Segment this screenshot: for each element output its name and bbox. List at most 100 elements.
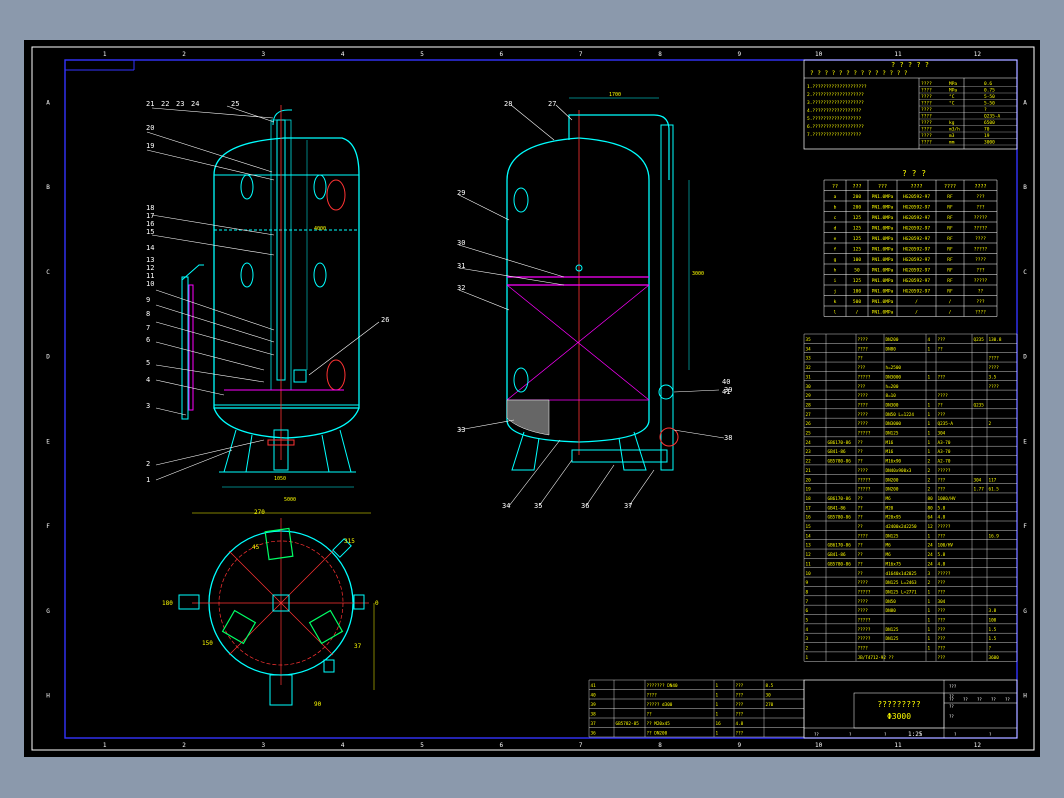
param-name: ???? [921,101,932,107]
nozzle-cell: ????? [974,278,988,284]
parts-cell: 100/HV [938,543,954,549]
callout-label: 4 [146,376,150,384]
callout-label: 30 [457,239,465,247]
grid-row-label: F [1023,523,1027,530]
parts-cell: 1 [928,589,931,595]
param-name: ???? [921,133,932,139]
parts-cell: M6 [886,543,892,549]
bottom-cell: ????? d300 [647,702,673,708]
callout-label: 5 [146,359,150,367]
nozzle-table-title: ? ? ? [902,169,926,178]
title-bottom-cell: ? [989,732,992,737]
grid-column-labels-bottom: 1 2 3 4 5 6 7 8 9 10 11 12 [103,742,981,749]
grid-column-label: 6 [500,742,504,749]
nozzle-cell: h [834,268,837,274]
nozzle-cell: HG20592-97 [903,194,930,200]
plan-label: 90 [314,701,322,708]
nozzle-cell: RF [947,247,953,253]
callout-label: 10 [146,280,154,288]
callout-label: 41 [722,388,730,396]
bottom-cell: ??? [736,683,744,689]
front-elevation-view[interactable]: 21 22 23 24 25201918171615141312111098765432… [146,100,389,503]
tech-req-title: ? ? ? ? ? [891,61,929,69]
parts-cell: 2 [928,487,931,493]
grid-row-label: D [1023,354,1027,361]
parts-cell: GB6170-86 [828,543,852,549]
tech-req-line: 3.??????????????????? [807,100,864,106]
parts-cell: 1 [928,440,931,446]
manhole-side-right-low [326,359,346,391]
nozzle-header: ?? [832,184,838,190]
parts-cell: 31 [806,374,812,380]
tech-req-line: 7.?????????????????? [807,132,861,138]
parts-cell: 26 [806,421,812,427]
side-elevation-view[interactable]: 28 27293031323334 35 36 3738394041 17003000 [457,92,732,510]
parts-cell: ???? [989,356,1000,362]
nozzle-cell: 125 [853,278,861,284]
parts-cell: DN200 [886,487,899,493]
parts-cell: DN125 [886,636,899,642]
callout-label: 29 [457,189,465,197]
bottom-cell: ??? [736,702,744,708]
parts-cell: 4 [928,337,931,343]
parts-cell: ???? [858,421,869,427]
side-valve-lower [659,427,679,447]
parts-cell: 6 [806,608,809,614]
parts-cell: ??? [938,580,946,586]
parts-cell: 1 [928,599,931,605]
parts-cell: 18 [806,496,812,502]
title-block[interactable]: ????????? Φ3000 1:25 ???????????????????… [803,679,1018,739]
side-bottom-pipe [571,449,668,463]
parts-cell: 2 [928,459,931,465]
parts-cell: 32 [806,365,812,371]
callout-label: 35 [534,502,542,510]
param-unit: MPa [949,81,957,87]
parts-cell: ??? [938,374,946,380]
param-value: 0.6 [984,81,992,87]
bottom-cell: 36 [591,731,597,737]
grid-column-label: 7 [579,51,583,58]
parts-cell: 3 [806,636,809,642]
parts-cell: 80 [928,496,934,502]
title-drawing-name: ????????? [877,700,921,709]
nozzle-cell: ????? [974,215,988,221]
param-value: 19 [984,133,990,139]
nozzle-cell: 500 [853,299,861,305]
parts-cell: 2 [928,477,931,483]
side-leader-lines [458,104,725,507]
callout-label: 36 [581,502,589,510]
technical-requirements-block[interactable]: ? ? ? ? ?? ? ? ? ? ? ? ? ? ? ? ? ? ? 1.??… [803,59,1018,150]
parts-cell: 8=10 [886,393,897,399]
cad-viewport[interactable]: 1 2 3 4 5 6 7 8 9 10 11 12 1 2 3 4 5 6 7 8 9 10 11 12 ABCDEFGH… [24,40,1040,757]
nozzle-cell: / [949,310,952,316]
parts-cell: 14 [806,533,812,539]
parts-cell: 2 [928,580,931,586]
dimension-text: 1050 [274,476,286,482]
parts-list-table[interactable]: 35???? DN200 4??? Q235 130.834???? DN80 1 ??33?… [803,333,1018,662]
tech-req-line: 6.??????????????????? [807,124,864,130]
param-value: Q235-A [984,114,1001,120]
nozzle-table[interactable]: ? ? ????????????????? ????a 200 PN1.0MPa HG2… [823,169,998,317]
nozzle-header: ???? [944,184,956,190]
parts-cell: DN200 [886,337,899,343]
parts-cell: ??? [938,646,946,652]
plan-view[interactable]: 270 315 45 150 37 90 180 0 [162,509,379,708]
parts-cell: 1 [928,636,931,642]
nozzle-cell: f [834,247,837,253]
bottom-parts-table[interactable]: 41 ??????? DN40 1??? 8.5 40???? 1??? 30 39?????… [588,679,805,738]
nozzle-cell: PN1.0MPa [872,257,894,263]
parts-cell: 1 [928,346,931,352]
callout-label: 2 [146,460,150,468]
param-unit: mm [949,141,955,146]
parts-cell: 21 [806,468,812,474]
nozzle-header: ??? [852,184,861,190]
parts-cell: ????? [858,589,871,595]
grid-column-label: 4 [341,51,345,58]
nozzle-cell: RF [947,205,953,211]
nozzle-cell: HG20592-97 [903,236,930,242]
bottom-cell: 39 [591,702,597,708]
plan-label: 45 [252,544,260,551]
cad-drawing-sheet[interactable]: 1 2 3 4 5 6 7 8 9 10 11 12 1 2 3 4 5 6 7 8 9 10 11 12 ABCDEFGH… [24,40,1040,757]
nozzle-cell: PN1.0MPa [872,310,894,316]
tech-req-line: 5.?????????????????? [807,116,861,122]
